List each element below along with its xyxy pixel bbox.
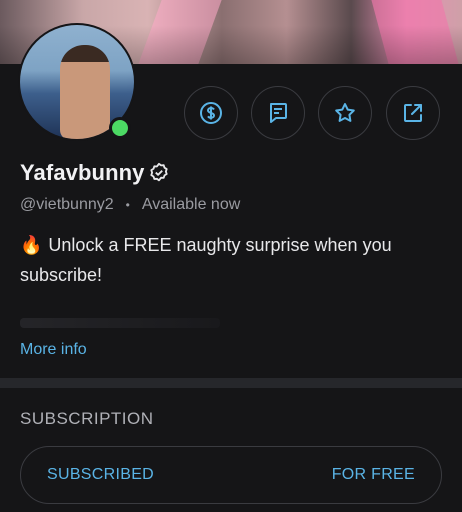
- subscribed-label: SUBSCRIBED: [47, 466, 155, 483]
- subscription-title: SUBSCRIPTION: [20, 409, 154, 428]
- verified-badge-icon: [150, 162, 169, 182]
- favorite-button[interactable]: [318, 86, 372, 140]
- availability-status: Available now: [141, 196, 241, 213]
- profile-actions: [0, 86, 462, 142]
- price-label: FOR FREE: [331, 466, 415, 483]
- profile-handle: @vietbunny2: [20, 196, 114, 213]
- subscribe-button[interactable]: SUBSCRIBED FOR FREE: [20, 446, 442, 504]
- profile-bio: 🔥 Unlock a FREE naughty surprise when you…: [20, 230, 440, 290]
- star-icon: [335, 103, 355, 122]
- fire-emoji: 🔥: [20, 235, 43, 255]
- bio-text: Unlock a FREE naughty surprise when you …: [20, 235, 392, 285]
- handle-row: @vietbunny2 • Available now: [20, 196, 240, 214]
- section-divider: [0, 378, 462, 388]
- share-button[interactable]: [386, 86, 440, 140]
- message-icon: [270, 103, 287, 123]
- bio-fade-overlay: [20, 318, 220, 328]
- share-icon: [404, 104, 422, 122]
- profile-name: Yafavbunny: [20, 160, 145, 185]
- dollar-icon: [200, 102, 222, 124]
- message-button[interactable]: [251, 86, 305, 140]
- tip-button[interactable]: [184, 86, 238, 140]
- separator-dot: •: [125, 198, 130, 212]
- profile-name-row: Yafavbunny: [20, 160, 170, 186]
- more-info-link[interactable]: More info: [20, 341, 87, 359]
